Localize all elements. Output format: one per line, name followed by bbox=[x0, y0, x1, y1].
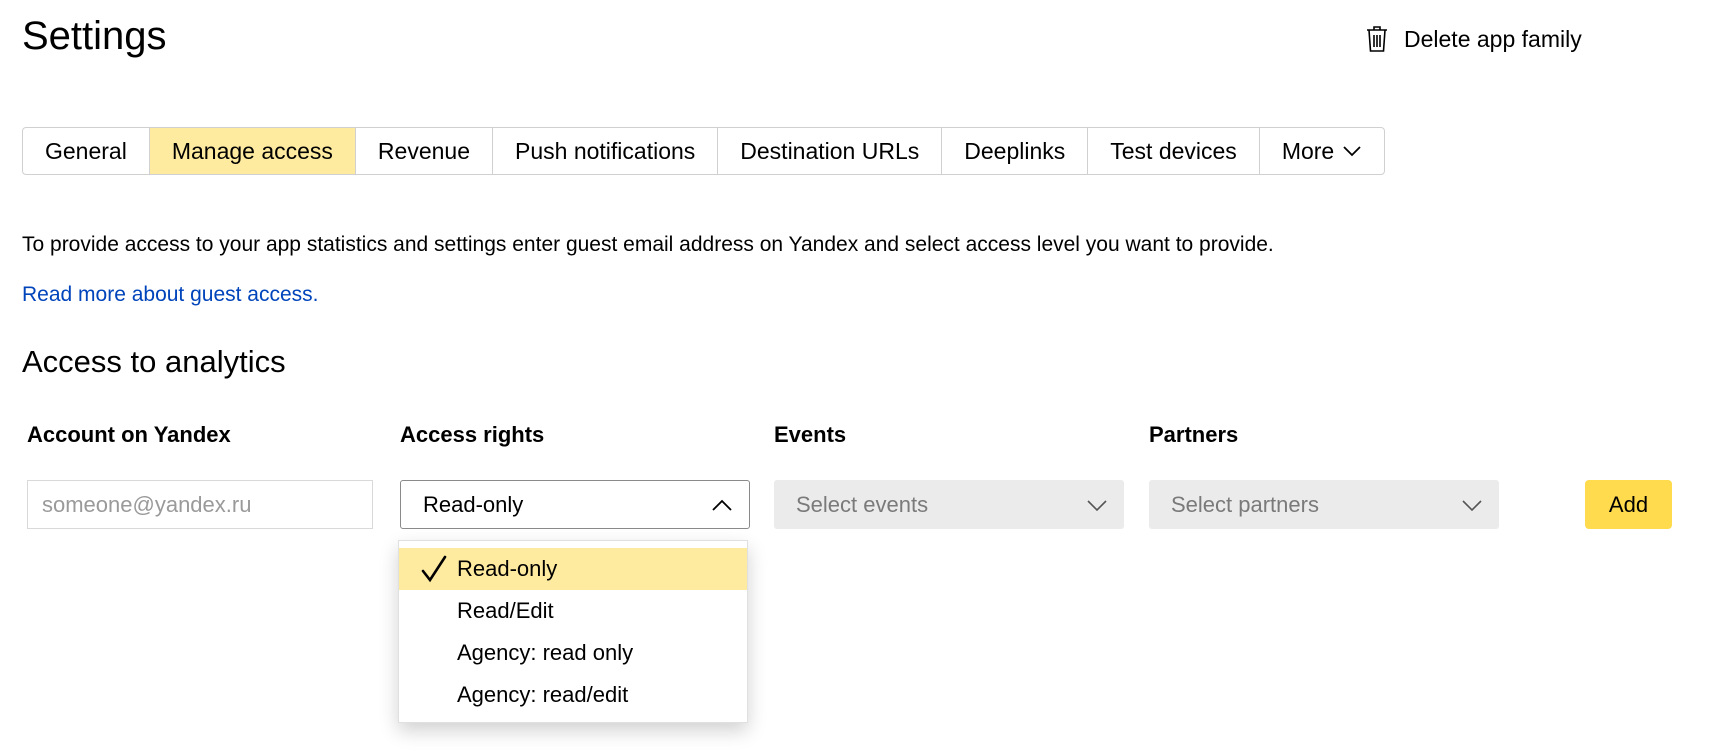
tab-more-label: More bbox=[1281, 137, 1335, 164]
chevron-down-icon bbox=[1086, 492, 1108, 518]
tab-destination-urls[interactable]: Destination URLs bbox=[718, 128, 943, 174]
events-column-label: Events bbox=[774, 422, 847, 447]
access-description: To provide access to your app statistics… bbox=[22, 233, 1274, 256]
option-label: Read/Edit bbox=[457, 598, 554, 623]
access-rights-dropdown: Read-only Read/Edit Agency: read only Ag… bbox=[398, 540, 748, 723]
account-column-label: Account on Yandex bbox=[27, 422, 231, 447]
chevron-down-icon bbox=[1342, 145, 1362, 157]
check-icon bbox=[421, 555, 447, 589]
option-label: Agency: read only bbox=[457, 640, 634, 665]
events-placeholder: Select events bbox=[796, 491, 929, 517]
trash-icon bbox=[1366, 25, 1388, 53]
partners-column-label: Partners bbox=[1149, 422, 1239, 447]
tab-deeplinks[interactable]: Deeplinks bbox=[942, 128, 1089, 174]
delete-app-family-button[interactable]: Delete app family bbox=[1366, 22, 1582, 56]
delete-app-family-label: Delete app family bbox=[1404, 25, 1582, 52]
events-select[interactable]: Select events bbox=[774, 480, 1124, 529]
account-email-input[interactable] bbox=[27, 480, 373, 529]
page-title: Settings bbox=[22, 14, 167, 58]
tab-test-devices[interactable]: Test devices bbox=[1088, 128, 1260, 174]
chevron-down-icon bbox=[1461, 492, 1483, 518]
tab-push-notifications[interactable]: Push notifications bbox=[493, 128, 719, 174]
option-label: Agency: read/edit bbox=[457, 682, 629, 707]
option-read-edit[interactable]: Read/Edit bbox=[399, 590, 747, 632]
option-agency-read-only[interactable]: Agency: read only bbox=[399, 632, 747, 674]
chevron-up-icon bbox=[711, 492, 733, 518]
tab-general[interactable]: General bbox=[23, 128, 150, 174]
add-button[interactable]: Add bbox=[1585, 480, 1672, 529]
option-agency-read-edit[interactable]: Agency: read/edit bbox=[399, 674, 747, 716]
access-rights-select[interactable]: Read-only bbox=[400, 480, 750, 529]
section-title: Access to analytics bbox=[22, 344, 286, 379]
tab-manage-access[interactable]: Manage access bbox=[149, 128, 356, 174]
access-rights-column-label: Access rights bbox=[400, 422, 545, 447]
option-label: Read-only bbox=[457, 556, 558, 581]
tab-more[interactable]: More bbox=[1260, 128, 1384, 174]
partners-placeholder: Select partners bbox=[1171, 491, 1319, 517]
settings-tabs: General Manage access Revenue Push notif… bbox=[22, 127, 1386, 175]
access-rights-value: Read-only bbox=[423, 491, 524, 517]
guest-access-link[interactable]: Read more about guest access. bbox=[22, 283, 319, 307]
option-read-only[interactable]: Read-only bbox=[399, 548, 747, 590]
partners-select[interactable]: Select partners bbox=[1149, 480, 1499, 529]
tab-revenue[interactable]: Revenue bbox=[356, 128, 493, 174]
